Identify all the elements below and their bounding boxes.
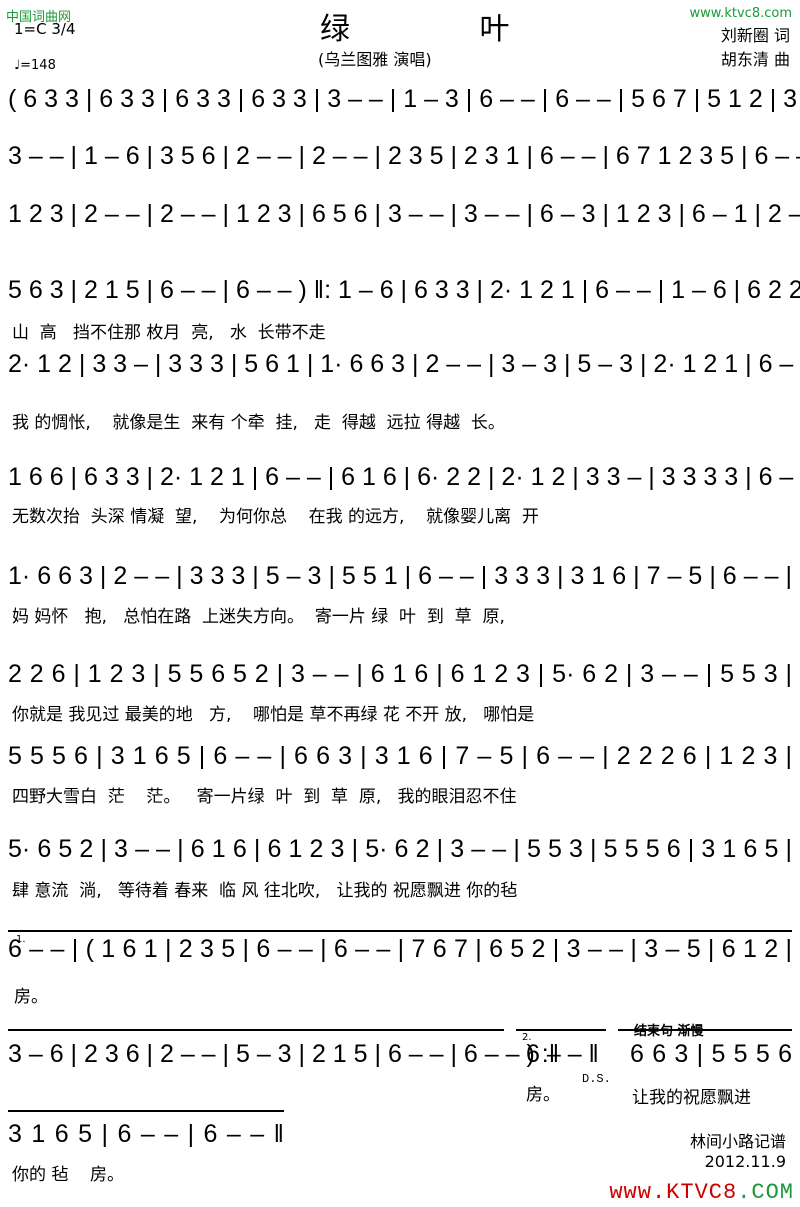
lyrics-line: 山 高 挡不住那 枚月 亮, 水 长带不走	[12, 323, 326, 343]
ds-marking: D.S.	[582, 1072, 611, 1086]
notation-line: 5 6 3 | 2 1 5 | 6 – – | 6 – – ) ‖: 1 – 6…	[8, 276, 800, 304]
transcriber: 林间小路记谱	[689, 1132, 786, 1151]
notation-line: 1 6 6 | 6 3 3 | 2· 1 2 1 | 6 – – | 6 1 6…	[8, 463, 800, 491]
site-logo: www.KTVC8.COM	[609, 1180, 794, 1205]
key-signature: 1=C 3/4	[14, 20, 76, 38]
song-title: 绿 叶	[320, 12, 570, 47]
volta-bracket-1	[8, 930, 792, 932]
notation-line: 3 – – | 1 – 6 | 3 5 6 | 2 – – | 2 – – | …	[8, 142, 800, 170]
lyrics-line: 无数次抬 头深 情凝 望, 为何你总 在我 的远方, 就像婴儿离 开	[12, 507, 539, 527]
ending-2-notes: 6 – – ‖	[526, 1040, 599, 1068]
notation-line: 2· 1 2 | 3 3 – | 3 3 3 | 5 6 1 | 1· 6 6 …	[8, 350, 800, 378]
notation-line: 2 2 6 | 1 2 3 | 5 5 6 5 2 | 3 – – | 6 1 …	[8, 660, 792, 688]
notation-line: 3 1 6 5 | 6 – – | 6 – – ‖	[8, 1120, 284, 1148]
notation-line: 1· 6 6 3 | 2 – – | 3 3 3 | 5 – 3 | 5 5 1…	[8, 562, 792, 590]
lyricist: 刘新圈 词	[720, 26, 790, 45]
notation-line: 5· 6 5 2 | 3 – – | 6 1 6 | 6 1 2 3 | 5· …	[8, 835, 792, 863]
notation-line: 1 2 3 | 2 – – | 2 – – | 1 2 3 | 6 5 6 | …	[8, 200, 800, 228]
volta-1-label: 1.	[16, 934, 26, 945]
notation-line: 5 5 5 6 | 3 1 6 5 | 6 – – | 6 6 3 | 3 1 …	[8, 742, 792, 770]
watermark-right: www.ktvc8.com	[689, 6, 792, 21]
lyrics-line: 妈 妈怀 抱, 总怕在路 上迷失方向。 寄一片 绿 叶 到 草 原,	[12, 607, 505, 627]
coda-notes: 6 6 3 | 5 5 5 6	[630, 1040, 792, 1068]
lyrics-line: 你的 毡 房。	[12, 1165, 125, 1185]
performer: (乌兰图雅 演唱)	[318, 50, 432, 69]
notation-line: 6 – – | ( 1 6 1 | 2 3 5 | 6 – – | 6 – – …	[8, 935, 792, 963]
repeat-bracket	[8, 1029, 504, 1031]
lyrics-line: 我 的惆怅, 就像是生 来有 个牵 挂, 走 得越 远拉 得越 长。	[12, 413, 505, 433]
tempo-marking: ♩=148	[14, 58, 56, 73]
sheet-music-page: 中国词曲网 www.ktvc8.com 绿 叶 (乌兰图雅 演唱) 刘新圈 词 …	[0, 0, 800, 1207]
final-bracket	[8, 1110, 284, 1112]
coda-label: 结束句 渐慢	[634, 1024, 704, 1039]
ending-2-lyrics: 房。	[526, 1085, 560, 1105]
lyrics-line: 四野大雪白 茫 茫。 寄一片绿 叶 到 草 原, 我的眼泪忍不住	[12, 787, 517, 807]
notation-line: ( 6 3 3 | 6 3 3 | 6 3 3 | 6 3 3 | 3 – – …	[8, 85, 800, 113]
volta-bracket-2	[516, 1029, 606, 1031]
lyrics-line: 你就是 我见过 最美的地 方, 哪怕是 草不再绿 花 不开 放, 哪怕是	[12, 705, 535, 725]
lyrics-line: 肆 意流 淌, 等待着 春来 临 风 往北吹, 让我的 祝愿飘进 你的毡	[12, 881, 518, 901]
composer: 胡东清 曲	[720, 50, 790, 69]
notation-line: 3 – 6 | 2 3 6 | 2 – – | 5 – 3 | 2 1 5 | …	[8, 1040, 560, 1068]
lyrics-line: 房。	[14, 987, 48, 1007]
transcription-date: 2012.11.9	[704, 1152, 786, 1171]
coda-lyrics: 让我的祝愿飘进	[632, 1088, 751, 1108]
